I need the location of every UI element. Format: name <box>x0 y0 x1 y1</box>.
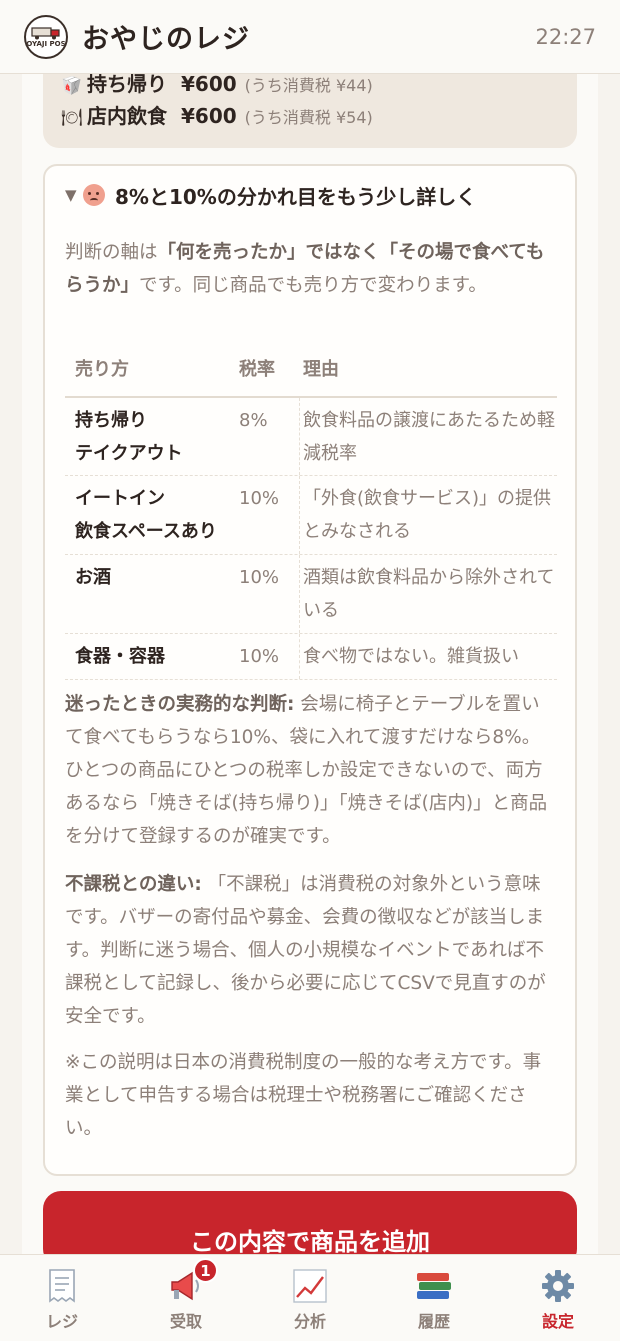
app-logo: OYAJI POS <box>24 14 68 59</box>
practical-body: 会場に椅子とテーブルを置いて食べてもらうなら10%、袋に入れて渡すだけなら8%。… <box>65 694 548 847</box>
notification-badge: 1 <box>193 1258 218 1283</box>
nav-item-settings[interactable]: 設定 <box>496 1255 620 1341</box>
app-root: 🥡 持ち帰り ¥600 (うち消費税 ¥44) 🍽 店内飲食 ¥600 (うち消… <box>0 0 620 1341</box>
intro-text-a: 判断の軸は <box>65 242 158 263</box>
app-header: OYAJI POS おやじのレジ 22:27 <box>0 0 620 74</box>
method-line: テイクアウト <box>75 443 183 464</box>
worried-face-icon <box>83 184 105 206</box>
books-icon <box>414 1267 454 1305</box>
nav-label: 分析 <box>293 1312 326 1331</box>
row-method: 持ち帰り テイクアウト <box>65 404 239 475</box>
method-line: イートイン <box>75 488 165 509</box>
practical-title: 迷ったときの実務的な判断: <box>65 694 295 715</box>
row-reason: 食べ物ではない。雑貨扱い <box>303 646 519 667</box>
table-row: 持ち帰り テイクアウト 8% 飲食料品の譲渡にあたるため軽減税率 <box>65 398 557 476</box>
gear-icon <box>538 1267 578 1305</box>
row-method: お酒 <box>75 567 111 588</box>
row-method: イートイン 飲食スペースあり <box>65 482 239 554</box>
eatin-price: ¥600 <box>181 104 237 128</box>
row-rate: 10% <box>239 488 280 509</box>
nontax-body: 「不課税」は消費税の対象外という意味です。バザーの寄付品や募金、会費の徴収などが… <box>65 874 546 1027</box>
header-method: 売り方 <box>75 359 129 380</box>
plate-icon: 🍽 <box>61 108 83 128</box>
nav-label: 受取 <box>169 1312 202 1331</box>
nav-item-analytics[interactable]: 分析 <box>248 1255 372 1341</box>
table-row: お酒 10% 酒類は飲食料品から除外されている <box>65 555 557 634</box>
details-summary-toggle[interactable]: ▼ 8%と10%の分かれ目をもう少し詳しく <box>65 180 565 210</box>
disclaimer-note: ※この説明は日本の消費税制度の一般的な考え方です。事業として申告する場合は税理士… <box>65 1052 542 1139</box>
row-method: 食器・容器 <box>75 646 165 667</box>
logo-text: OYAJI POS <box>26 39 66 48</box>
eatin-price-row: 🍽 店内飲食 ¥600 (うち消費税 ¥54) <box>61 100 373 129</box>
eatin-label: 店内飲食 <box>87 104 167 128</box>
header-rate: 税率 <box>239 359 275 380</box>
eatin-tax: (うち消費税 ¥54) <box>244 108 373 127</box>
row-rate: 8% <box>239 410 268 431</box>
practical-paragraph: 迷ったときの実務的な判断: 会場に椅子とテーブルを置いて食べてもらうなら10%、… <box>65 688 557 853</box>
column-divider <box>299 398 300 475</box>
clock: 22:27 <box>535 24 596 49</box>
column-divider <box>299 634 300 679</box>
column-divider <box>299 555 300 633</box>
details-summary-label: 8%と10%の分かれ目をもう少し詳しく <box>115 184 477 209</box>
content-column: 🥡 持ち帰り ¥600 (うち消費税 ¥44) 🍽 店内飲食 ¥600 (うち消… <box>22 0 598 1341</box>
takeout-tax: (うち消費税 ¥44) <box>244 76 373 95</box>
method-line: 持ち帰り <box>75 410 147 431</box>
row-rate: 10% <box>239 567 280 588</box>
nav-item-orders[interactable]: 1 受取 <box>124 1255 248 1341</box>
takeout-bag-icon: 🥡 <box>61 76 83 96</box>
nontax-paragraph: 不課税との違い: 「不課税」は消費税の対象外という意味です。バザーの寄付品や募金… <box>65 868 557 1033</box>
nav-label: 設定 <box>541 1312 574 1331</box>
nontax-title: 不課税との違い: <box>65 874 202 895</box>
truck-icon <box>31 26 60 39</box>
nav-label: レジ <box>45 1312 78 1331</box>
table-row: イートイン 飲食スペースあり 10% 「外食(飲食サービス)」の提供とみなされる <box>65 476 557 555</box>
method-line: 飲食スペースあり <box>75 521 217 542</box>
table-header-row: 売り方 税率 理由 <box>65 352 557 398</box>
row-reason: 酒類は飲食料品から除外されている <box>303 567 555 621</box>
intro-text-c: です。同じ商品でも売り方で変わります。 <box>139 275 487 296</box>
row-rate: 10% <box>239 646 280 667</box>
caret-down-icon: ▼ <box>65 186 77 204</box>
receipt-icon <box>42 1267 82 1305</box>
takeout-price: ¥600 <box>181 72 237 96</box>
row-reason: 「外食(飲食サービス)」の提供とみなされる <box>303 488 552 542</box>
column-divider <box>299 476 300 554</box>
nav-item-history[interactable]: 履歴 <box>372 1255 496 1341</box>
chart-icon <box>290 1267 330 1305</box>
app-title: おやじのレジ <box>82 24 250 55</box>
table-row: 食器・容器 10% 食べ物ではない。雑貨扱い <box>65 634 557 680</box>
row-reason: 飲食料品の譲渡にあたるため軽減税率 <box>303 410 555 464</box>
intro-paragraph: 判断の軸は「何を売ったか」ではなく「その場で食べてもらうか」です。同じ商品でも売… <box>65 236 557 302</box>
tax-rate-table: 売り方 税率 理由 持ち帰り テイクアウト 8% 飲食料品の譲渡にあたるため軽減… <box>65 352 557 680</box>
header-reason: 理由 <box>303 359 339 380</box>
nav-label: 履歴 <box>417 1312 450 1331</box>
bottom-nav: レジ 1 受取 分析 履歴 設定 <box>0 1254 620 1341</box>
nav-item-register[interactable]: レジ <box>0 1255 124 1341</box>
tax-details-panel: ▼ 8%と10%の分かれ目をもう少し詳しく 判断の軸は「何を売ったか」ではなく「… <box>43 164 577 1176</box>
